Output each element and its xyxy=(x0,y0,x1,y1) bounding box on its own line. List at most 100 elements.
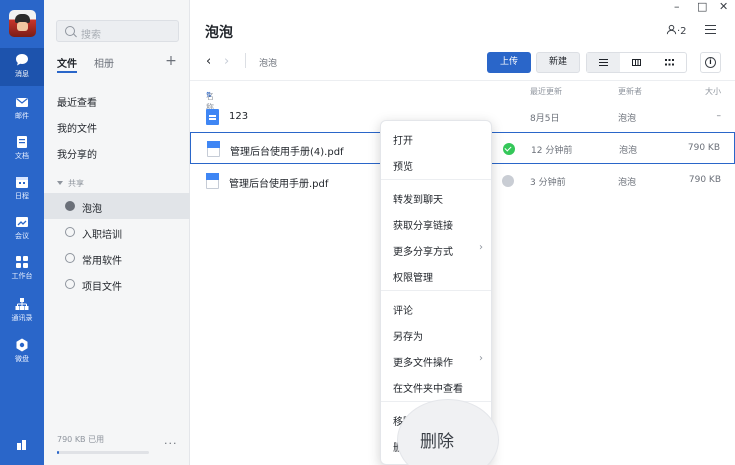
info-icon: i xyxy=(705,57,716,68)
modified-time: 8月5日 xyxy=(530,114,560,124)
grid-icon xyxy=(665,59,674,66)
more-options-icon[interactable]: ··· xyxy=(164,437,178,450)
menu-item-label: 打开 xyxy=(393,136,413,147)
list-view-button[interactable] xyxy=(587,53,620,72)
sidebar-item-recent[interactable]: 最近查看 xyxy=(57,94,97,109)
sidebar-item-space[interactable]: 项目文件 xyxy=(44,271,190,297)
new-button[interactable]: 新建 xyxy=(536,52,580,73)
file-size: 790 KB xyxy=(688,175,721,185)
mail-icon xyxy=(16,98,28,107)
page-title: 泡泡 xyxy=(205,25,233,41)
search-input[interactable]: 搜索 xyxy=(56,20,179,42)
folder-icon xyxy=(206,109,219,125)
sidebar-item-space[interactable]: 常用软件 xyxy=(44,245,190,271)
chat-bubble-icon xyxy=(16,54,28,66)
table-header: 名称 ⇅ 最近更新 更新者 大小 xyxy=(190,80,735,112)
chevron-right-icon: › xyxy=(479,242,483,253)
info-button[interactable]: i xyxy=(700,52,721,73)
sidebar-item-my-shared[interactable]: 我分享的 xyxy=(57,146,97,161)
nav-item-label: 会议 xyxy=(15,232,29,240)
updater: 泡泡 xyxy=(618,178,637,188)
pdf-file-icon xyxy=(206,173,219,189)
nav-item-workbench[interactable]: 工作台 xyxy=(0,250,44,288)
storage-progress-fill xyxy=(57,451,59,454)
columns-icon xyxy=(632,59,641,66)
upload-button[interactable]: 上传 xyxy=(487,52,531,73)
contacts-icon xyxy=(15,298,29,310)
column-view-button[interactable] xyxy=(620,53,653,72)
sort-icon: ⇅ xyxy=(206,91,212,99)
space-icon xyxy=(65,201,75,211)
drive-sidebar: 搜索 文件 相册 + 最近查看 我的文件 我分享的 共享 泡泡 入职培训 常用软… xyxy=(44,0,190,465)
menu-item-label: 预览 xyxy=(393,162,413,173)
space-label: 泡泡 xyxy=(82,204,102,215)
close-button[interactable]: ✕ xyxy=(719,0,728,13)
nav-item-label: 消息 xyxy=(15,70,29,78)
file-size: – xyxy=(716,111,722,121)
shared-header-label: 共享 xyxy=(68,179,84,188)
back-arrow-icon[interactable]: ‹ xyxy=(206,54,211,69)
column-modified[interactable]: 最近更新 xyxy=(530,86,562,97)
menu-item-label: 评论 xyxy=(393,306,413,317)
space-icon xyxy=(65,227,75,237)
updater: 泡泡 xyxy=(619,146,638,156)
maximize-button[interactable]: □ xyxy=(697,0,707,13)
tab-album[interactable]: 相册 xyxy=(94,55,114,70)
column-size[interactable]: 大小 xyxy=(705,86,721,97)
menu-item-more-file-actions[interactable]: 更多文件操作 › xyxy=(381,346,491,372)
nav-item-drive[interactable]: 微盘 xyxy=(0,333,44,371)
modified-time: 3 分钟前 xyxy=(530,178,566,188)
add-icon[interactable]: + xyxy=(164,54,178,69)
nav-item-meeting[interactable]: 会议 xyxy=(0,210,44,248)
nav-item-label: 工作台 xyxy=(11,272,33,280)
nav-item-messages[interactable]: 消息 xyxy=(0,48,44,86)
modified-time: 12 分钟前 xyxy=(531,146,573,156)
user-avatar[interactable] xyxy=(9,10,36,37)
menu-divider xyxy=(381,179,491,180)
menu-item-label: 更多文件操作 xyxy=(393,358,453,369)
search-icon xyxy=(65,26,75,36)
tab-files[interactable]: 文件 xyxy=(57,55,77,73)
document-icon xyxy=(17,136,27,148)
menu-item-get-share-link[interactable]: 获取分享链接 xyxy=(381,209,491,235)
breadcrumb[interactable]: 泡泡 xyxy=(259,56,277,69)
menu-item-forward-to-chat[interactable]: 转发到聊天 xyxy=(381,183,491,209)
shared-section-header[interactable]: 共享 xyxy=(57,178,84,189)
apps-icon xyxy=(17,440,26,450)
file-name: 管理后台使用手册(4).pdf xyxy=(230,147,344,158)
sidebar-item-my-files[interactable]: 我的文件 xyxy=(57,120,97,135)
column-updater[interactable]: 更新者 xyxy=(618,86,642,97)
nav-item-contacts[interactable]: 通讯录 xyxy=(0,292,44,330)
app-nav-rail: 消息 邮件 文档 日程 会议 工作台 通讯录 微盘 xyxy=(0,0,44,465)
menu-item-label: 权限管理 xyxy=(393,273,433,284)
divider xyxy=(245,53,246,68)
view-mode-toggle xyxy=(586,52,687,73)
chevron-right-icon: › xyxy=(479,353,483,364)
storage-progress-bar xyxy=(57,451,149,454)
minimize-button[interactable]: – xyxy=(674,0,680,13)
sidebar-item-space[interactable]: 入职培训 xyxy=(44,219,190,245)
grid-view-button[interactable] xyxy=(653,53,686,72)
menu-divider xyxy=(381,290,491,291)
menu-item-open[interactable]: 打开 xyxy=(381,124,491,150)
menu-item-comment[interactable]: 评论 xyxy=(381,294,491,320)
space-label: 常用软件 xyxy=(82,256,122,267)
updater: 泡泡 xyxy=(618,114,637,124)
menu-item-preview[interactable]: 预览 xyxy=(381,150,491,176)
nav-item-more-apps[interactable] xyxy=(0,432,44,465)
menu-icon[interactable] xyxy=(705,25,716,34)
menu-item-save-as[interactable]: 另存为 xyxy=(381,320,491,346)
members-button[interactable]: ·2 xyxy=(666,24,687,37)
space-label: 入职培训 xyxy=(82,230,122,241)
member-count: ·2 xyxy=(677,26,687,37)
menu-item-more-share[interactable]: 更多分享方式 › xyxy=(381,235,491,261)
sidebar-item-space[interactable]: 泡泡 xyxy=(44,193,190,219)
nav-item-docs[interactable]: 文档 xyxy=(0,130,44,168)
menu-item-permissions[interactable]: 权限管理 xyxy=(381,261,491,287)
nav-item-calendar[interactable]: 日程 xyxy=(0,170,44,208)
menu-item-show-in-folder[interactable]: 在文件夹中查看 xyxy=(381,372,491,398)
calendar-icon xyxy=(16,177,28,188)
space-icon xyxy=(65,253,75,263)
forward-arrow-icon[interactable]: › xyxy=(224,54,229,69)
nav-item-mail[interactable]: 邮件 xyxy=(0,90,44,128)
